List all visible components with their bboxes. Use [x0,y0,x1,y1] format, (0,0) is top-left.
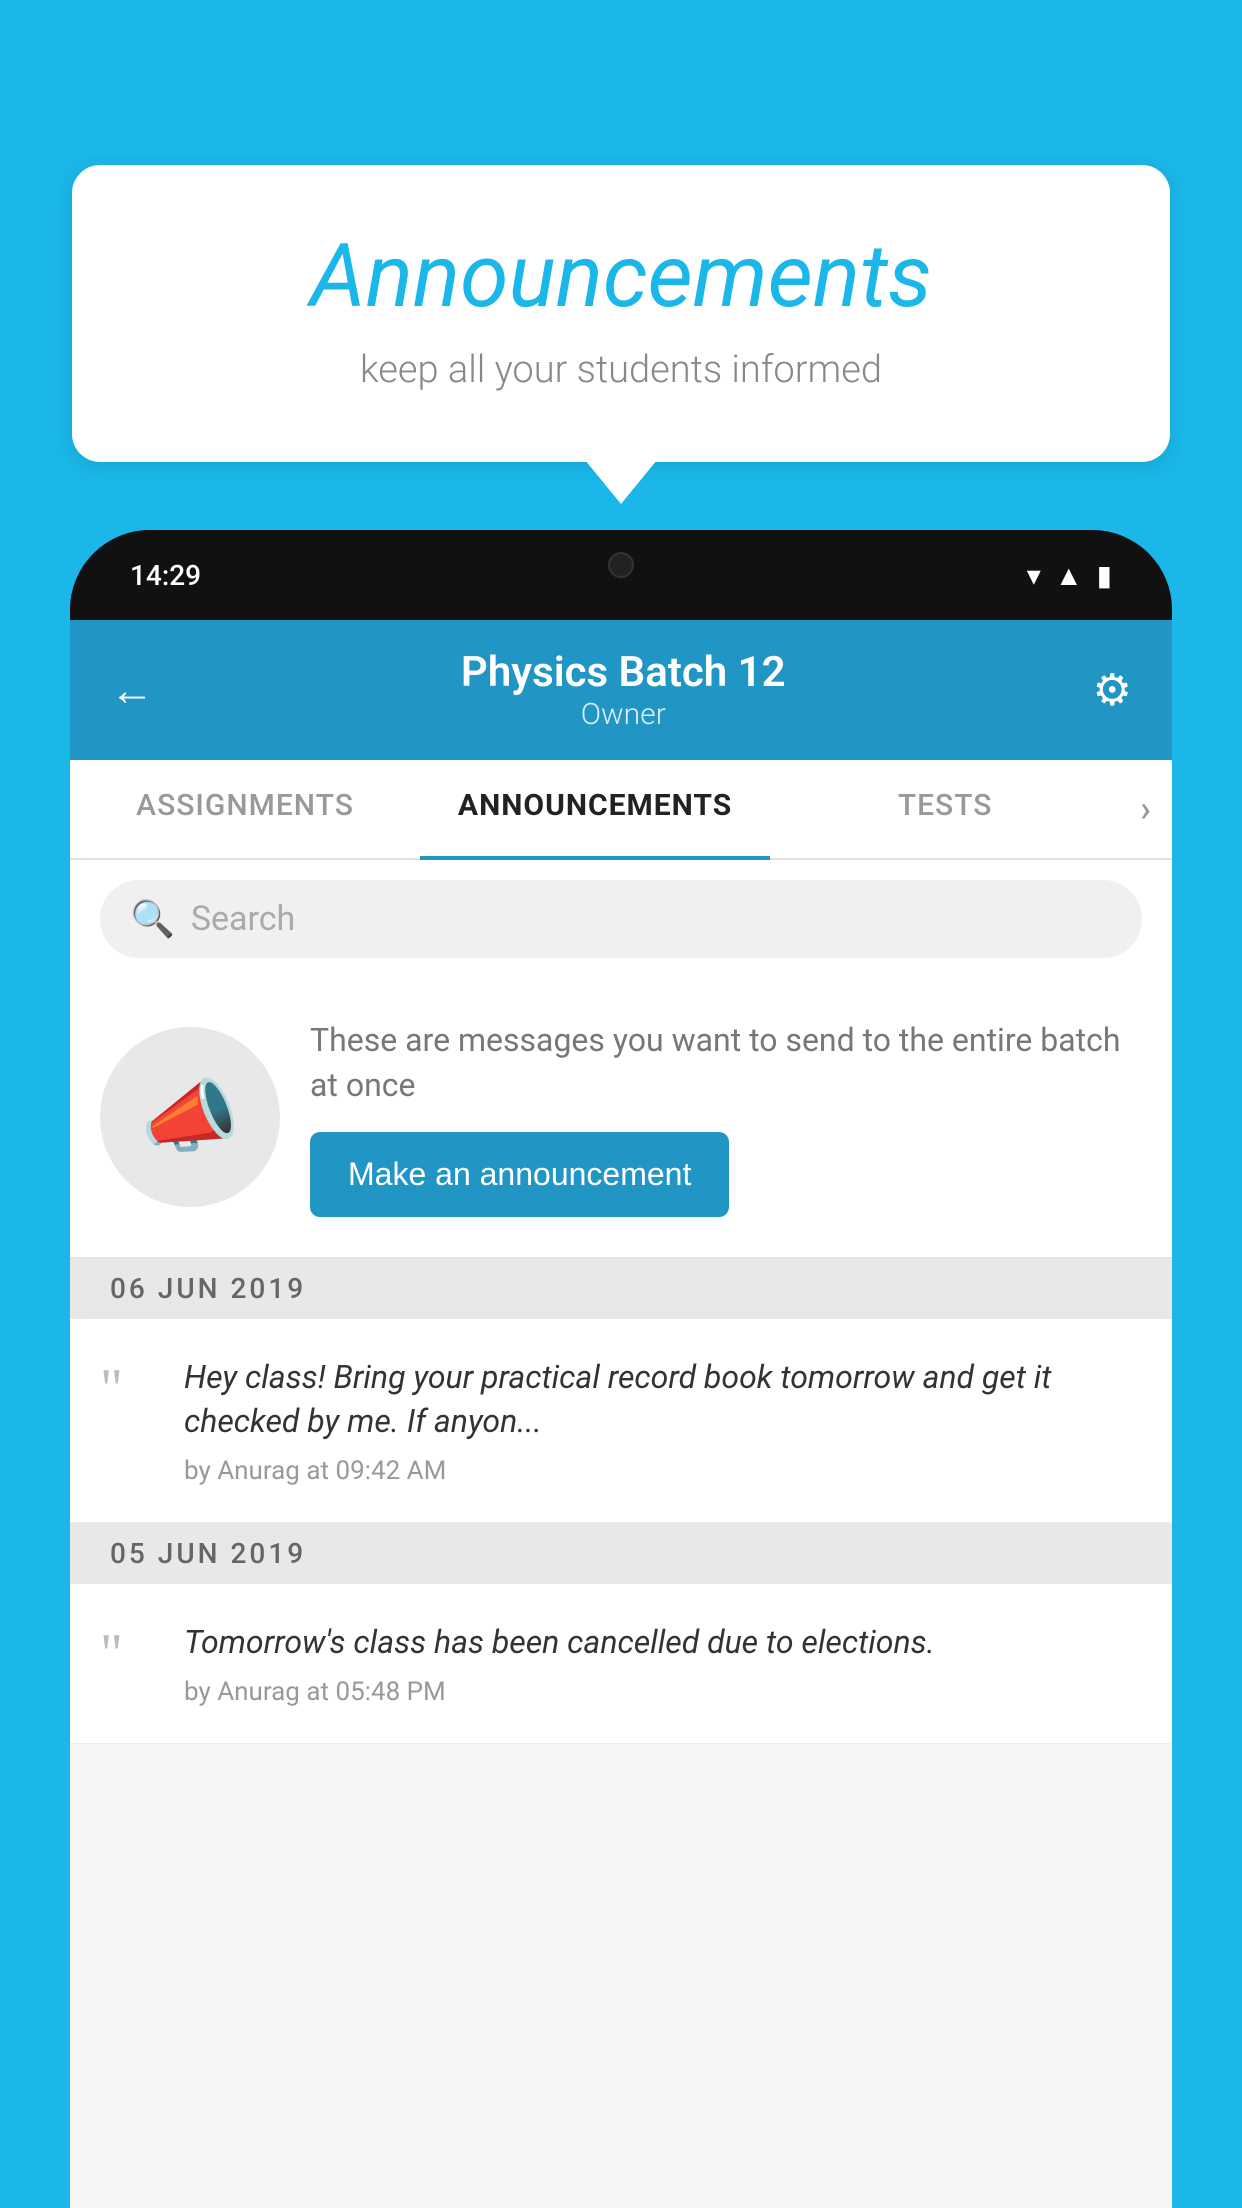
make-announcement-button[interactable]: Make an announcement [310,1132,729,1217]
phone-frame: 14:29 ▾ ▲ ▮ ← Physics Batch 12 Owner ⚙ A… [70,530,1172,2208]
app-header: ← Physics Batch 12 Owner ⚙ [70,620,1172,760]
announcement-content-1: Hey class! Bring your practical record b… [184,1355,1142,1487]
announcement-text-2: Tomorrow's class has been cancelled due … [184,1620,1142,1665]
announcement-meta-1: by Anurag at 09:42 AM [184,1456,1142,1486]
search-icon: 🔍 [130,898,175,940]
status-time: 14:29 [130,559,201,592]
tab-announcements[interactable]: ANNOUNCEMENTS [420,760,770,858]
announcement-meta-2: by Anurag at 05:48 PM [184,1677,1142,1707]
wifi-icon: ▾ [1027,559,1041,592]
header-title-group: Physics Batch 12 Owner [461,648,786,732]
tab-tests[interactable]: TESTS [770,760,1120,858]
search-bar[interactable]: 🔍 Search [100,880,1142,958]
camera [608,552,634,578]
megaphone-circle: 📣 [100,1027,280,1207]
search-container: 🔍 Search [70,860,1172,978]
back-button[interactable]: ← [110,664,154,716]
announcement-card: Announcements keep all your students inf… [72,165,1170,462]
batch-role: Owner [461,697,786,732]
megaphone-icon: 📣 [140,1070,240,1164]
announcement-item-1[interactable]: " Hey class! Bring your practical record… [70,1319,1172,1524]
tab-more[interactable]: › [1120,760,1172,858]
status-bar: 14:29 ▾ ▲ ▮ [70,530,1172,620]
search-placeholder: Search [191,899,295,939]
batch-title: Physics Batch 12 [461,648,786,697]
card-title: Announcements [112,225,1130,328]
tab-bar: ASSIGNMENTS ANNOUNCEMENTS TESTS › [70,760,1172,860]
status-icons: ▾ ▲ ▮ [1027,559,1112,592]
intro-right: These are messages you want to send to t… [310,1018,1142,1217]
announcement-text-1: Hey class! Bring your practical record b… [184,1355,1142,1445]
settings-icon[interactable]: ⚙ [1093,664,1132,716]
date-divider-2: 05 JUN 2019 [70,1523,1172,1584]
quote-icon-2: " [100,1626,160,1682]
tab-assignments[interactable]: ASSIGNMENTS [70,760,420,858]
battery-icon: ▮ [1097,559,1112,592]
announcement-content-2: Tomorrow's class has been cancelled due … [184,1620,1142,1707]
notch [521,530,721,600]
signal-icon: ▲ [1055,559,1083,592]
date-divider-1: 06 JUN 2019 [70,1258,1172,1319]
quote-icon-1: " [100,1361,160,1417]
intro-text: These are messages you want to send to t… [310,1018,1142,1108]
app-screen: ← Physics Batch 12 Owner ⚙ ASSIGNMENTS A… [70,620,1172,2208]
card-subtitle: keep all your students informed [112,348,1130,392]
intro-section: 📣 These are messages you want to send to… [70,978,1172,1258]
announcement-item-2[interactable]: " Tomorrow's class has been cancelled du… [70,1584,1172,1744]
